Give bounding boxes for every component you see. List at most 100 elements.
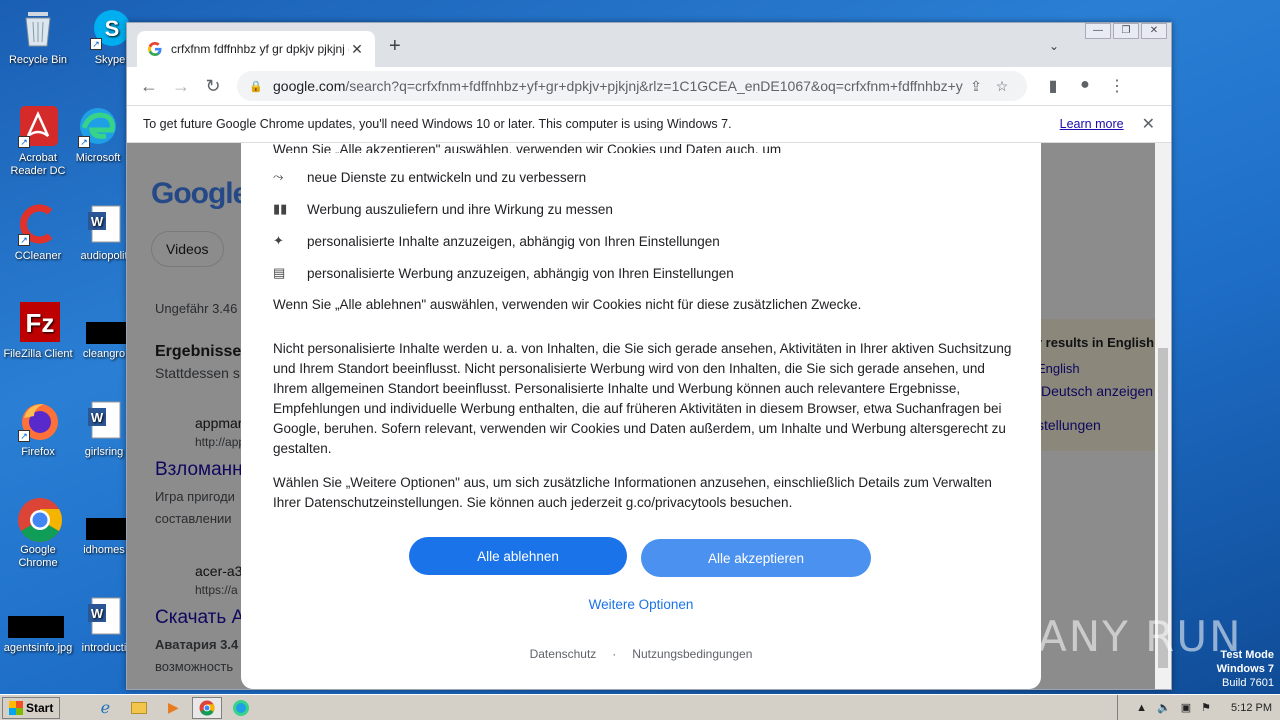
url-text: google.com/search?q=crfxfnm+fdffnhbz+yf+… bbox=[273, 78, 963, 94]
infobar-close-icon[interactable]: ✕ bbox=[1142, 114, 1155, 134]
internet-explorer-icon: ℯ bbox=[100, 699, 111, 717]
bookmark-star-icon[interactable]: ☆ bbox=[989, 78, 1015, 95]
desktop-icon-ccleaner[interactable]: ↗ CCleaner bbox=[0, 202, 76, 263]
more-options-link[interactable]: Weitere Optionen bbox=[241, 597, 1041, 612]
redacted-file-icon bbox=[8, 594, 64, 638]
browser-toolbar: ← → ↻ 🔒 google.com/search?q=crfxfnm+fdff… bbox=[127, 67, 1171, 105]
recycle-bin-icon bbox=[16, 6, 60, 50]
page-content: Google Videos Ungefähr 3.46 Ergebnisse S… bbox=[127, 143, 1171, 689]
lock-icon: 🔒 bbox=[249, 80, 263, 93]
accept-all-button[interactable]: Alle akzeptieren bbox=[641, 539, 871, 577]
volume-icon[interactable]: 🔈 bbox=[1157, 701, 1171, 714]
system-tray: ▲ 🔈 ▣ ⚑ 5:12 PM bbox=[1117, 695, 1280, 720]
consent-paragraph-2: Wählen Sie „Weitere Optionen" aus, um si… bbox=[273, 475, 992, 510]
chrome-window: crfxfnm fdffnhbz yf gr dpkjv pjkjnj - ✕ … bbox=[126, 22, 1172, 690]
desktop-icon-firefox[interactable]: ↗ Firefox bbox=[0, 398, 76, 459]
word-document-icon: W bbox=[82, 594, 126, 638]
restore-icon[interactable]: ❐ bbox=[1113, 23, 1139, 39]
shortcut-arrow-icon: ↗ bbox=[90, 38, 102, 50]
edge-icon bbox=[233, 699, 250, 716]
media-player-icon: ▶ bbox=[167, 699, 179, 715]
tab-search[interactable]: crfxfnm fdffnhbz yf gr dpkjv pjkjnj - ✕ bbox=[137, 31, 375, 67]
page-scrollbar[interactable] bbox=[1155, 143, 1171, 689]
chrome-icon bbox=[199, 700, 215, 715]
taskbar: Start ℯ ▶ ▲ 🔈 ▣ ⚑ 5:12 PM bbox=[0, 694, 1280, 720]
firefox-icon: ↗ bbox=[16, 398, 60, 442]
infobar-message: To get future Google Chrome updates, you… bbox=[143, 117, 732, 131]
consent-intro: Wenn Sie „Alle akzeptieren" auswählen, v… bbox=[273, 143, 782, 153]
shortcut-arrow-icon: ↗ bbox=[18, 430, 30, 442]
word-document-icon: W bbox=[82, 398, 126, 442]
taskbar-media-player[interactable]: ▶ bbox=[158, 697, 188, 719]
svg-text:Fz: Fz bbox=[26, 308, 55, 338]
anyrun-watermark: ANY RUN bbox=[1038, 612, 1243, 661]
bar-chart-icon: ▮▮ bbox=[273, 201, 288, 216]
shortcut-arrow-icon: ↗ bbox=[18, 234, 30, 246]
back-arrow-icon[interactable]: ← bbox=[133, 76, 165, 97]
footer-separator: · bbox=[612, 647, 617, 661]
consent-bullet: ✦ personalisierte Inhalte anzuzeigen, ab… bbox=[273, 233, 720, 249]
update-infobar: To get future Google Chrome updates, you… bbox=[127, 105, 1171, 143]
tab-search-chevron-icon[interactable]: ⌄ bbox=[1049, 39, 1059, 53]
cookie-consent-dialog: Wenn Sie „Alle akzeptieren" auswählen, v… bbox=[241, 143, 1041, 689]
reject-all-button[interactable]: Alle ablehnen bbox=[409, 537, 627, 575]
consent-reject-note: Wenn Sie „Alle ablehnen" auswählen, verw… bbox=[273, 297, 862, 312]
consent-paragraph-1: Nicht personalisierte Inhalte werden u. … bbox=[273, 341, 1012, 456]
ccleaner-icon: ↗ bbox=[16, 202, 60, 246]
share-icon[interactable]: ⇪ bbox=[963, 78, 989, 95]
svg-text:S: S bbox=[105, 16, 120, 41]
tab-title: crfxfnm fdffnhbz yf gr dpkjv pjkjnj - bbox=[171, 42, 349, 56]
tab-close-icon[interactable]: ✕ bbox=[349, 41, 365, 58]
profile-avatar-icon[interactable]: ● bbox=[1069, 76, 1101, 96]
taskbar-explorer[interactable] bbox=[124, 697, 154, 719]
window-controls: — ❐ ✕ bbox=[1083, 23, 1167, 39]
action-center-flag-icon[interactable]: ⚑ bbox=[1201, 701, 1211, 714]
chrome-icon bbox=[16, 496, 62, 542]
taskbar-ie[interactable]: ℯ bbox=[90, 697, 120, 719]
minimize-icon[interactable]: — bbox=[1085, 23, 1111, 39]
windows-flag-icon bbox=[9, 700, 23, 715]
privacy-link[interactable]: Datenschutz bbox=[530, 647, 597, 661]
trend-icon: ⤳ bbox=[273, 169, 284, 184]
tab-strip: crfxfnm fdffnhbz yf gr dpkjv pjkjnj - ✕ … bbox=[127, 23, 1171, 67]
taskbar-chrome[interactable] bbox=[192, 696, 223, 719]
redacted-file-icon bbox=[82, 496, 126, 540]
consent-footer: Datenschutz · Nutzungsbedingungen bbox=[241, 647, 1041, 661]
desktop-icon-recycle-bin[interactable]: Recycle Bin bbox=[0, 6, 76, 67]
reload-icon[interactable]: ↻ bbox=[197, 76, 229, 97]
svg-text:W: W bbox=[91, 214, 104, 229]
shortcut-arrow-icon: ↗ bbox=[18, 136, 30, 148]
side-panel-icon[interactable]: ▮ bbox=[1037, 76, 1069, 96]
new-tab-icon[interactable]: + bbox=[389, 35, 401, 58]
svg-text:W: W bbox=[91, 410, 104, 425]
desktop-icon-chrome[interactable]: Google Chrome bbox=[0, 496, 76, 570]
start-button[interactable]: Start bbox=[2, 696, 61, 719]
network-icon[interactable]: ▣ bbox=[1181, 701, 1191, 714]
tray-expand-icon[interactable]: ▲ bbox=[1136, 702, 1147, 714]
redacted-file-icon bbox=[82, 300, 126, 344]
learn-more-link[interactable]: Learn more bbox=[1060, 117, 1124, 131]
edge-icon: ↗ bbox=[76, 104, 120, 148]
sparkle-icon: ✦ bbox=[273, 233, 284, 248]
desktop-icon-filezilla[interactable]: Fz FileZilla Client bbox=[0, 300, 76, 361]
consent-bullet: ⤳ neue Dienste zu entwickeln und zu verb… bbox=[273, 169, 587, 185]
desktop-icon-agentsinfo[interactable]: agentsinfo.jpg bbox=[0, 594, 76, 655]
menu-kebab-icon[interactable]: ⋮ bbox=[1101, 76, 1133, 96]
svg-text:W: W bbox=[91, 606, 104, 621]
close-window-icon[interactable]: ✕ bbox=[1141, 23, 1167, 39]
ad-icon: ▤ bbox=[273, 265, 286, 280]
clock[interactable]: 5:12 PM bbox=[1231, 702, 1272, 714]
google-g-icon bbox=[148, 42, 162, 56]
shortcut-arrow-icon: ↗ bbox=[78, 136, 90, 148]
taskbar-edge[interactable] bbox=[226, 697, 256, 719]
terms-link[interactable]: Nutzungsbedingungen bbox=[632, 647, 752, 661]
folder-icon bbox=[131, 701, 148, 714]
test-mode-label: Test Mode Windows 7 Build 7601 bbox=[1216, 649, 1274, 689]
acrobat-icon: ↗ bbox=[16, 104, 60, 148]
desktop-icon-edge[interactable]: ↗ Microsoft bbox=[60, 104, 136, 165]
word-document-icon: W bbox=[82, 202, 126, 246]
forward-arrow-icon[interactable]: → bbox=[165, 76, 197, 97]
consent-bullet: ▮▮ Werbung auszuliefern und ihre Wirkung… bbox=[273, 201, 613, 217]
filezilla-icon: Fz bbox=[16, 300, 60, 344]
address-bar[interactable]: 🔒 google.com/search?q=crfxfnm+fdffnhbz+y… bbox=[237, 71, 1027, 101]
